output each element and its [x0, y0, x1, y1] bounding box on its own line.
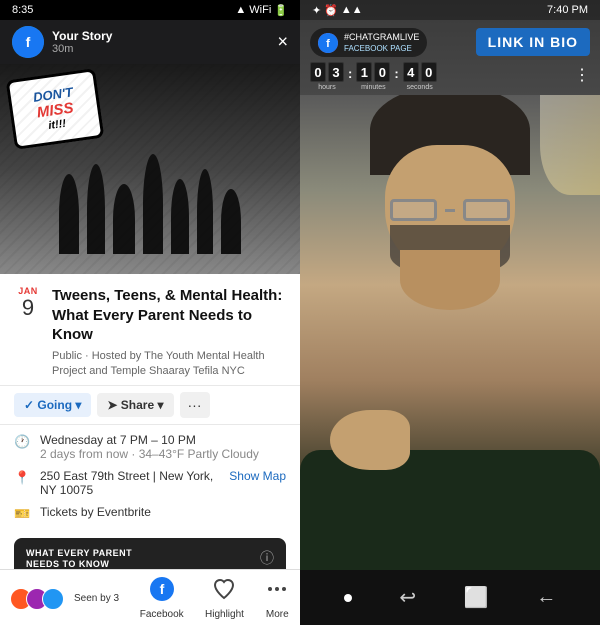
- link-in-bio-badge: LINK IN BIO: [476, 28, 590, 56]
- chatgram-logo: f: [318, 33, 338, 53]
- left-bottom-nav: Seen by 3 f Facebook: [0, 569, 300, 625]
- share-button[interactable]: ➤ Share ▾: [97, 393, 173, 417]
- address-text: 250 East 79th Street | New York, NY 1007…: [40, 469, 229, 497]
- more-button[interactable]: ···: [180, 392, 210, 418]
- story-image-overlay: [0, 64, 300, 274]
- facebook-label: Facebook: [140, 609, 184, 620]
- left-status-icons: ▲ WiFi 🔋: [235, 4, 288, 17]
- rc-seconds-label: seconds: [407, 84, 433, 91]
- more-label: More: [266, 609, 289, 620]
- alarm-icon: ⏰: [324, 4, 338, 17]
- rc-minutes-d1: 1: [356, 62, 372, 82]
- rc-seconds: 4 0 seconds: [403, 62, 437, 91]
- left-panel: 8:35 ▲ WiFi 🔋 f Your Story 30m ×: [0, 0, 300, 625]
- story-image: Don't MiSS it!!!: [0, 64, 300, 274]
- story-title: Your Story: [52, 29, 288, 43]
- right-more-button[interactable]: ⋮: [574, 65, 590, 85]
- rc-hours-d2: 3: [328, 62, 344, 82]
- nav-items-left: f Facebook Highlight: [129, 577, 300, 620]
- heart-icon: [212, 577, 236, 607]
- rc-minutes-d2: 0: [374, 62, 390, 82]
- right-status-left-icons: ✦ ⏰ ▲▲: [312, 4, 363, 17]
- reply-icon[interactable]: ↩: [399, 585, 416, 610]
- seen-by: Seen by 3: [0, 588, 129, 610]
- show-map-link[interactable]: Show Map: [229, 469, 286, 483]
- rc-hours: 0 3 hours: [310, 62, 344, 91]
- left-status-bar: 8:35 ▲ WiFi 🔋: [0, 0, 300, 20]
- address-row: 📍 250 East 79th Street | New York, NY 10…: [14, 469, 286, 497]
- back-icon[interactable]: ←: [536, 586, 556, 609]
- nav-more[interactable]: More: [265, 577, 289, 620]
- rc-sep1: :: [347, 66, 353, 81]
- location-icon: 📍: [14, 470, 30, 486]
- nav-highlight[interactable]: Highlight: [205, 577, 244, 620]
- fb-page-badge: FACEBOOK PAGE: [344, 44, 419, 53]
- rc-sep2: :: [393, 66, 399, 81]
- rc-minutes-digits: 1 0: [356, 62, 390, 82]
- svg-text:f: f: [326, 38, 330, 50]
- event-date-section: JAN 9 Tweens, Teens, & Mental Health: Wh…: [0, 274, 300, 385]
- story-dot-indicator: [344, 594, 352, 602]
- chatgram-text-group: #CHATGRAMLIVE FACEBOOK PAGE: [344, 32, 419, 53]
- address-container: 250 East 79th Street | New York, NY 1007…: [40, 469, 286, 497]
- seen-text: Seen by 3: [74, 593, 119, 604]
- tickets-row: 🎫 Tickets by Eventbrite: [14, 505, 286, 522]
- right-panel: ✦ ⏰ ▲▲ 7:40 PM f #CHATGRAMLIVE FACEBOOK …: [300, 0, 600, 625]
- right-overlay: f #CHATGRAMLIVE FACEBOOK PAGE LINK IN BI…: [300, 0, 600, 625]
- rc-hours-d1: 0: [310, 62, 326, 82]
- schedule-row: 🕐 Wednesday at 7 PM – 10 PM 2 days from …: [14, 433, 286, 461]
- svg-text:f: f: [26, 34, 31, 50]
- event-actions: ✓ Going ▾ ➤ Share ▾ ···: [0, 385, 300, 425]
- schedule-info: Wednesday at 7 PM – 10 PM 2 days from no…: [40, 433, 259, 461]
- rc-seconds-d2: 0: [421, 62, 437, 82]
- tickets-text: Tickets by Eventbrite: [40, 505, 286, 519]
- wifi-icon: WiFi: [249, 4, 271, 16]
- event-day: 9: [22, 296, 34, 320]
- left-time: 8:35: [12, 4, 33, 16]
- right-time: 7:40 PM: [547, 4, 588, 16]
- share-icon[interactable]: ⬜: [464, 585, 489, 610]
- seen-avatars: [10, 588, 58, 610]
- story-time: 30m: [52, 43, 288, 55]
- svg-text:f: f: [159, 581, 164, 597]
- seen-avatar-3: [42, 588, 64, 610]
- signal-icon: ▲: [235, 4, 246, 16]
- chatgram-hashtag: #CHATGRAMLIVE: [344, 32, 419, 42]
- rc-hours-label: hours: [318, 84, 336, 91]
- nav-facebook[interactable]: f Facebook: [140, 577, 184, 620]
- event-date-block: JAN 9: [14, 286, 42, 320]
- rc-minutes: 1 0 minutes: [356, 62, 390, 91]
- weather-info: 2 days from now · 34–43°F Partly Cloudy: [40, 447, 259, 461]
- highlight-label: Highlight: [205, 609, 244, 620]
- countdown-info-icon: ⓘ: [260, 548, 274, 568]
- clock-icon: 🕐: [14, 434, 30, 450]
- more-dots-icon: [265, 577, 289, 607]
- bluetooth-icon: ✦: [312, 4, 321, 17]
- rc-hours-digits: 0 3: [310, 62, 344, 82]
- event-title: Tweens, Teens, & Mental Health: What Eve…: [52, 286, 286, 345]
- story-info: Your Story 30m: [52, 29, 288, 55]
- event-details: 🕐 Wednesday at 7 PM – 10 PM 2 days from …: [0, 425, 300, 538]
- facebook-icon: f: [150, 577, 174, 607]
- ticket-icon: 🎫: [14, 506, 30, 522]
- signal-icon-right: ▲▲: [341, 4, 363, 16]
- right-bottom-nav: ↩ ⬜ ←: [300, 570, 600, 625]
- chatgram-header: f #CHATGRAMLIVE FACEBOOK PAGE: [310, 28, 427, 57]
- countdown-label1: WHAT EVERY PARENT: [26, 548, 250, 559]
- rc-seconds-digits: 4 0: [403, 62, 437, 82]
- event-info: Tweens, Teens, & Mental Health: What Eve…: [52, 286, 286, 379]
- right-status-bar: ✦ ⏰ ▲▲ 7:40 PM: [300, 0, 600, 20]
- story-header: f Your Story 30m ×: [0, 20, 300, 64]
- rc-minutes-label: minutes: [361, 84, 386, 91]
- story-close-button[interactable]: ×: [277, 32, 288, 53]
- going-button[interactable]: ✓ Going ▾: [14, 393, 91, 417]
- story-avatar: f: [12, 26, 44, 58]
- battery-icon: 🔋: [274, 4, 288, 17]
- right-countdown: 0 3 hours : 1 0 minutes : 4 0: [310, 62, 437, 91]
- schedule-time: Wednesday at 7 PM – 10 PM: [40, 433, 259, 447]
- rc-seconds-d1: 4: [403, 62, 419, 82]
- event-meta: Public · Hosted by The Youth Mental Heal…: [52, 349, 286, 380]
